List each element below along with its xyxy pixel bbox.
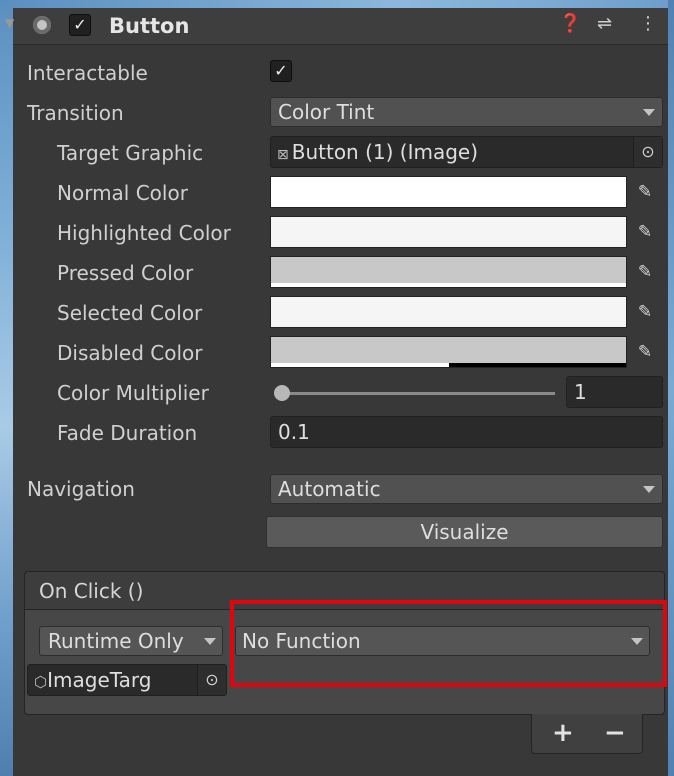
object-picker-icon[interactable]: ⊙: [633, 137, 662, 167]
eyedropper-icon[interactable]: ✎: [629, 216, 661, 248]
interactable-label: Interactable: [27, 61, 148, 85]
highlighted-color-swatch[interactable]: [270, 216, 627, 248]
background-edge-top: [0, 0, 674, 8]
chevron-down-icon: [643, 486, 655, 493]
target-graphic-label: Target Graphic: [57, 141, 204, 165]
event-target-field[interactable]: ⬡ImageTarg ⊙: [27, 664, 227, 696]
disabled-color-label: Disabled Color: [57, 341, 203, 365]
runtime-mode-dropdown[interactable]: Runtime Only: [39, 626, 223, 656]
component-icon: [33, 16, 51, 34]
eyedropper-icon[interactable]: ✎: [629, 296, 661, 328]
alpha-bar: [271, 283, 626, 287]
object-picker-icon[interactable]: ⊙: [197, 665, 226, 695]
add-button[interactable]: +: [552, 718, 574, 748]
preset-icon[interactable]: ⇌: [597, 13, 612, 34]
highlight-box: [230, 600, 667, 687]
alpha-bar-empty: [448, 363, 626, 367]
highlighted-color-label: Highlighted Color: [57, 221, 231, 245]
pressed-color-swatch[interactable]: [270, 256, 627, 288]
component-title: Button: [109, 14, 190, 38]
runtime-mode-value: Runtime Only: [48, 629, 184, 653]
remove-button[interactable]: −: [604, 718, 626, 748]
color-multiplier-input[interactable]: 1: [566, 376, 663, 408]
image-icon: ⊠: [277, 147, 289, 163]
component-header[interactable]: ▼ ✓ Button ❓ ⇌ ⋮: [5, 8, 668, 45]
fade-duration-input[interactable]: 0.1: [270, 416, 663, 448]
selected-color-swatch[interactable]: [270, 296, 627, 328]
list-controls: + −: [531, 714, 643, 754]
eyedropper-icon[interactable]: ✎: [629, 336, 661, 368]
navigation-dropdown[interactable]: Automatic: [270, 474, 663, 504]
navigation-value: Automatic: [278, 477, 381, 501]
eyedropper-icon[interactable]: ✎: [629, 256, 661, 288]
component-enabled-checkbox[interactable]: ✓: [69, 14, 91, 36]
interactable-checkbox[interactable]: ✓: [270, 60, 292, 82]
normal-color-swatch[interactable]: [270, 176, 627, 208]
foldout-arrow-icon[interactable]: ▼: [5, 16, 14, 30]
disabled-color-swatch[interactable]: [270, 336, 627, 368]
chevron-down-icon: [643, 109, 655, 116]
transition-label: Transition: [27, 101, 124, 125]
visualize-button[interactable]: Visualize: [266, 516, 663, 548]
background-edge-right: [668, 0, 674, 776]
menu-icon[interactable]: ⋮: [639, 13, 657, 34]
color-multiplier-slider[interactable]: [283, 392, 555, 395]
eyedropper-icon[interactable]: ✎: [629, 176, 661, 208]
background-edge-left: [0, 0, 13, 776]
help-icon[interactable]: ❓: [559, 13, 581, 34]
slider-handle[interactable]: [274, 385, 290, 401]
selected-color-label: Selected Color: [57, 301, 203, 325]
target-graphic-value: Button (1) (Image): [291, 140, 479, 164]
fade-duration-label: Fade Duration: [57, 421, 198, 445]
alpha-bar: [271, 363, 449, 367]
color-multiplier-label: Color Multiplier: [57, 381, 209, 405]
navigation-label: Navigation: [27, 477, 135, 501]
target-graphic-field[interactable]: ⊠ Button (1) (Image) ⊙: [270, 136, 663, 168]
normal-color-label: Normal Color: [57, 181, 188, 205]
transition-dropdown[interactable]: Color Tint: [270, 97, 663, 127]
pressed-color-label: Pressed Color: [57, 261, 194, 285]
inspector-panel: ▼ ✓ Button ❓ ⇌ ⋮ Interactable ✓ Transiti…: [5, 8, 668, 776]
event-target-value: ImageTarg: [47, 668, 152, 692]
transition-value: Color Tint: [278, 100, 375, 124]
gameobject-icon: ⬡: [34, 673, 48, 691]
chevron-down-icon: [204, 638, 216, 645]
